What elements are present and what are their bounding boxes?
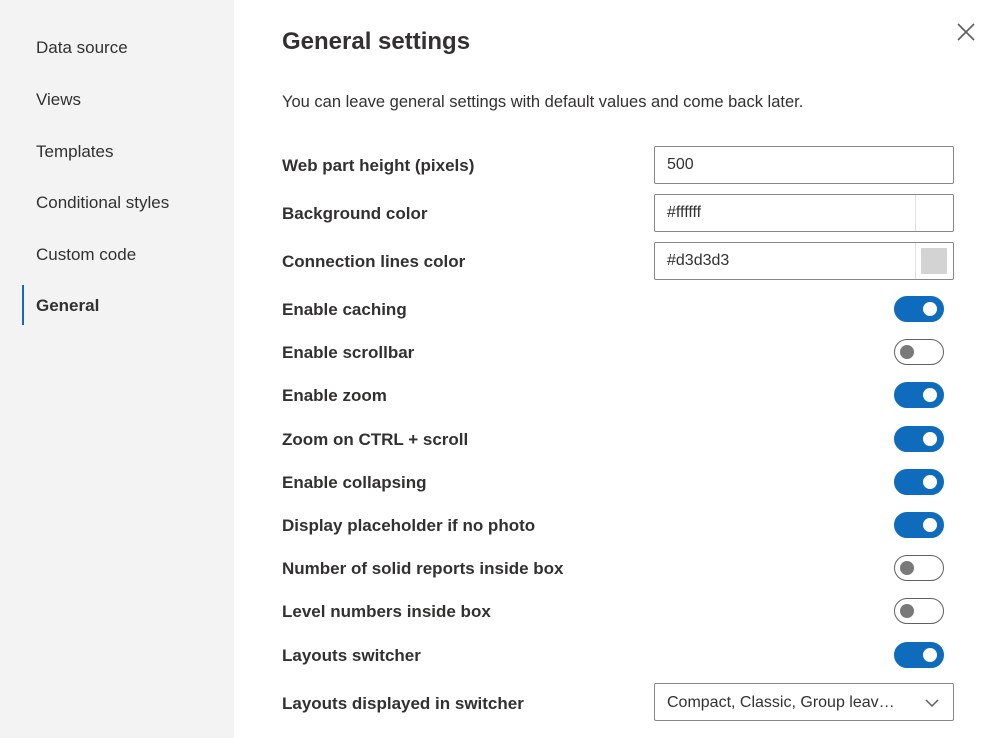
- connection-lines-color-picker[interactable]: [915, 243, 953, 279]
- sidebar-nav: Data source Views Templates Conditional …: [0, 0, 234, 738]
- connection-lines-color-input[interactable]: #d3d3d3: [654, 242, 954, 280]
- sidebar-item-data-source[interactable]: Data source: [36, 38, 128, 58]
- intro-text: You can leave general settings with defa…: [282, 93, 804, 111]
- sidebar-item-conditional-styles[interactable]: Conditional styles: [36, 193, 169, 213]
- enable-collapsing-label: Enable collapsing: [282, 473, 427, 492]
- chevron-down-icon: [925, 699, 939, 708]
- enable-scrollbar-label: Enable scrollbar: [282, 343, 415, 362]
- background-color-picker[interactable]: [915, 195, 953, 231]
- level-numbers-label: Level numbers inside box: [282, 602, 491, 621]
- toggle-knob: [923, 648, 937, 662]
- connection-lines-color-value: #d3d3d3: [667, 252, 730, 269]
- display-placeholder-label: Display placeholder if no photo: [282, 516, 536, 535]
- settings-panel: General settings You can leave general s…: [234, 0, 997, 738]
- enable-collapsing-toggle[interactable]: [894, 469, 944, 495]
- connection-lines-color-label: Connection lines color: [282, 252, 466, 271]
- toggle-knob: [900, 561, 914, 575]
- sidebar-item-templates[interactable]: Templates: [36, 142, 113, 162]
- toggle-knob: [923, 388, 937, 402]
- toggle-knob: [923, 432, 937, 446]
- background-color-value: #ffffff: [667, 204, 702, 221]
- zoom-on-ctrl-scroll-toggle[interactable]: [894, 426, 944, 452]
- toggle-knob: [900, 604, 914, 618]
- sidebar-item-general[interactable]: General: [36, 296, 99, 316]
- toggle-knob: [900, 345, 914, 359]
- zoom-on-ctrl-scroll-label: Zoom on CTRL + scroll: [282, 430, 469, 449]
- sidebar-item-custom-code[interactable]: Custom code: [36, 245, 136, 265]
- toggle-knob: [923, 518, 937, 532]
- layouts-displayed-value: Compact, Classic, Group leav…: [667, 694, 895, 711]
- solid-reports-count-toggle[interactable]: [894, 555, 944, 581]
- layouts-switcher-label: Layouts switcher: [282, 646, 421, 665]
- layouts-displayed-label: Layouts displayed in switcher: [282, 694, 524, 713]
- enable-caching-label: Enable caching: [282, 300, 407, 319]
- web-part-height-value: 500: [667, 156, 694, 173]
- toggle-knob: [923, 302, 937, 316]
- sidebar-item-views[interactable]: Views: [36, 90, 81, 110]
- connection-lines-color-swatch: [921, 248, 947, 274]
- web-part-height-label: Web part height (pixels): [282, 156, 475, 175]
- background-color-label: Background color: [282, 204, 428, 223]
- active-nav-indicator: [22, 285, 24, 325]
- enable-zoom-label: Enable zoom: [282, 386, 387, 405]
- enable-scrollbar-toggle[interactable]: [894, 339, 944, 365]
- close-icon: [957, 23, 975, 41]
- layouts-displayed-dropdown[interactable]: Compact, Classic, Group leav…: [654, 683, 954, 721]
- background-color-input[interactable]: #ffffff: [654, 194, 954, 232]
- background-color-swatch: [921, 200, 947, 226]
- page-title: General settings: [282, 28, 471, 55]
- enable-caching-toggle[interactable]: [894, 296, 944, 322]
- layouts-switcher-toggle[interactable]: [894, 642, 944, 668]
- close-button[interactable]: [954, 20, 978, 44]
- enable-zoom-toggle[interactable]: [894, 382, 944, 408]
- web-part-height-input[interactable]: 500: [654, 146, 954, 184]
- toggle-knob: [923, 475, 937, 489]
- solid-reports-count-label: Number of solid reports inside box: [282, 559, 564, 578]
- level-numbers-toggle[interactable]: [894, 598, 944, 624]
- display-placeholder-toggle[interactable]: [894, 512, 944, 538]
